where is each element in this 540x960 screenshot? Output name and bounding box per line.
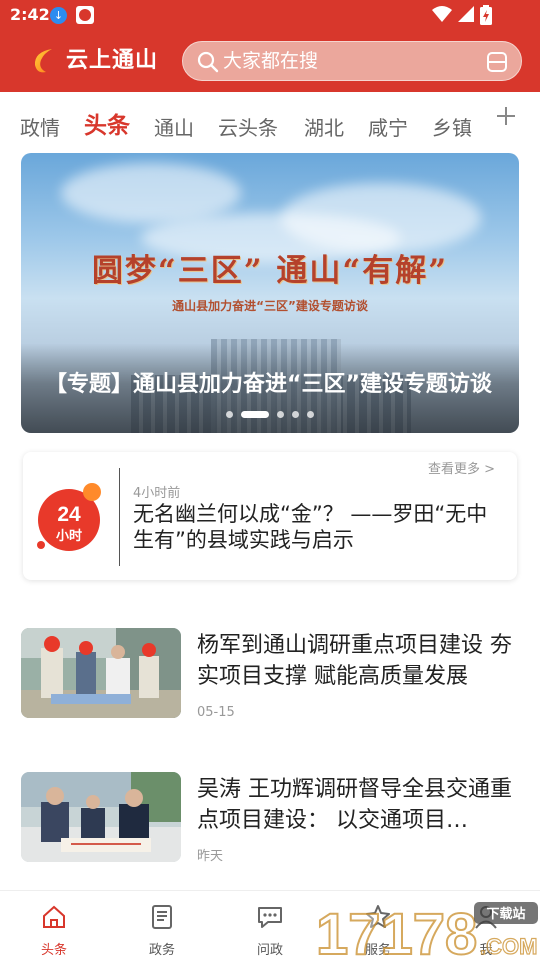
tab-xiangzhen[interactable]: 乡镇 <box>432 108 472 148</box>
signal-icon <box>458 6 474 22</box>
banner-cloud <box>61 163 241 223</box>
news-date: 昨天 <box>197 849 224 864</box>
logo-text: 云上通山 <box>66 48 159 73</box>
watermark-label: 下载站 <box>486 906 525 922</box>
channel-tabs: 政情 头条 通山 云头条 湖北 咸宁 乡镇 <box>0 108 540 152</box>
card-divider <box>119 468 120 566</box>
tab-tongshan[interactable]: 通山 <box>154 108 194 148</box>
app-logo[interactable]: 云上通山 <box>32 46 162 76</box>
24h-badge-icon: 24 小时 <box>37 483 101 551</box>
search-icon <box>197 51 219 73</box>
app-screen: 2:42 ↓ 云上通山 大家都在搜 政情 头条 通山 云头条 湖北 咸宁 乡镇 … <box>0 0 540 960</box>
download-icon: ↓ <box>50 7 67 24</box>
news-title: 杨军到通山调研重点项目建设 夯实项目支撑 赋能高质量发展 <box>197 633 512 689</box>
tab-hubei[interactable]: 湖北 <box>304 108 344 148</box>
banner-carousel[interactable]: 圆梦“三区” 通山“有解” 通山县加力奋进“三区”建设专题访谈 【专题】通山县加… <box>21 153 519 433</box>
card24-headline[interactable]: 无名幽兰何以成“金”？ ——罗田“无中生有”的县域实践与启示 <box>133 501 505 553</box>
news-date: 05-15 <box>197 705 235 720</box>
news-title: 吴涛 王功辉调研督导全县交通重点项目建设： 以交通项目… <box>197 777 512 833</box>
news-thumbnail <box>21 628 181 718</box>
nav-label: 政务 <box>148 943 175 958</box>
status-indicators <box>432 5 504 25</box>
banner-headline: 圆梦“三区” 通山“有解” <box>91 253 449 289</box>
nav-item-toutiao[interactable]: 头条 <box>0 891 108 960</box>
tab-xianning[interactable]: 咸宁 <box>368 108 408 148</box>
news-thumbnail <box>21 772 181 862</box>
banner-title: 【专题】通山县加力奋进“三区”建设专题访谈 <box>45 372 492 397</box>
watermark-suffix: .COM <box>480 934 537 959</box>
nav-label: 头条 <box>40 943 67 958</box>
search-placeholder: 大家都在搜 <box>223 50 319 72</box>
carousel-dot[interactable] <box>226 411 233 418</box>
carousel-dot[interactable] <box>307 411 314 418</box>
carousel-dots <box>21 404 519 418</box>
nav-item-zhengwu[interactable]: 政务 <box>108 891 216 960</box>
search-bar[interactable]: 大家都在搜 <box>182 41 522 81</box>
24h-badge-number: 24 <box>57 503 81 526</box>
nav-label: 问政 <box>256 943 283 958</box>
app-notification-icon <box>76 6 94 24</box>
tab-zhengqing[interactable]: 政情 <box>20 108 60 148</box>
chat-icon <box>258 907 282 928</box>
tab-toutiao[interactable]: 头条 <box>84 106 130 146</box>
view-more-link[interactable]: 查看更多 > <box>428 458 495 477</box>
news-item[interactable]: 吴涛 王功辉调研督导全县交通重点项目建设： 以交通项目… 昨天 <box>21 772 519 864</box>
add-channel-icon[interactable] <box>494 104 518 128</box>
carousel-dot[interactable] <box>292 411 299 418</box>
carousel-dot[interactable] <box>277 411 284 418</box>
status-bar: 2:42 ↓ <box>0 0 540 32</box>
card24-time: 4小时前 <box>133 486 181 501</box>
site-watermark: 17178 下载站 .COM <box>315 901 538 960</box>
status-time: 2:42 <box>10 5 50 24</box>
app-header: 2:42 ↓ 云上通山 大家都在搜 <box>0 0 540 92</box>
watermark-number: 17178 <box>316 902 477 960</box>
battery-icon <box>480 5 492 25</box>
document-icon <box>152 905 172 929</box>
home-icon <box>43 905 65 928</box>
carousel-dot-active[interactable] <box>241 411 269 418</box>
wifi-icon <box>432 6 452 22</box>
scan-icon[interactable] <box>485 50 509 74</box>
logo-mark-icon <box>34 49 52 73</box>
nav-item-wenzheng[interactable]: 问政 <box>216 891 324 960</box>
24h-news-card[interactable]: 24 小时 查看更多 > 4小时前 无名幽兰何以成“金”？ ——罗田“无中生有”… <box>23 452 517 580</box>
tab-yuntoutiao[interactable]: 云头条 <box>218 108 278 148</box>
news-item[interactable]: 杨军到通山调研重点项目建设 夯实项目支撑 赋能高质量发展 05-15 <box>21 628 519 720</box>
banner-subline: 通山县加力奋进“三区”建设专题访谈 <box>172 299 368 313</box>
24h-badge-label: 小时 <box>56 528 82 544</box>
